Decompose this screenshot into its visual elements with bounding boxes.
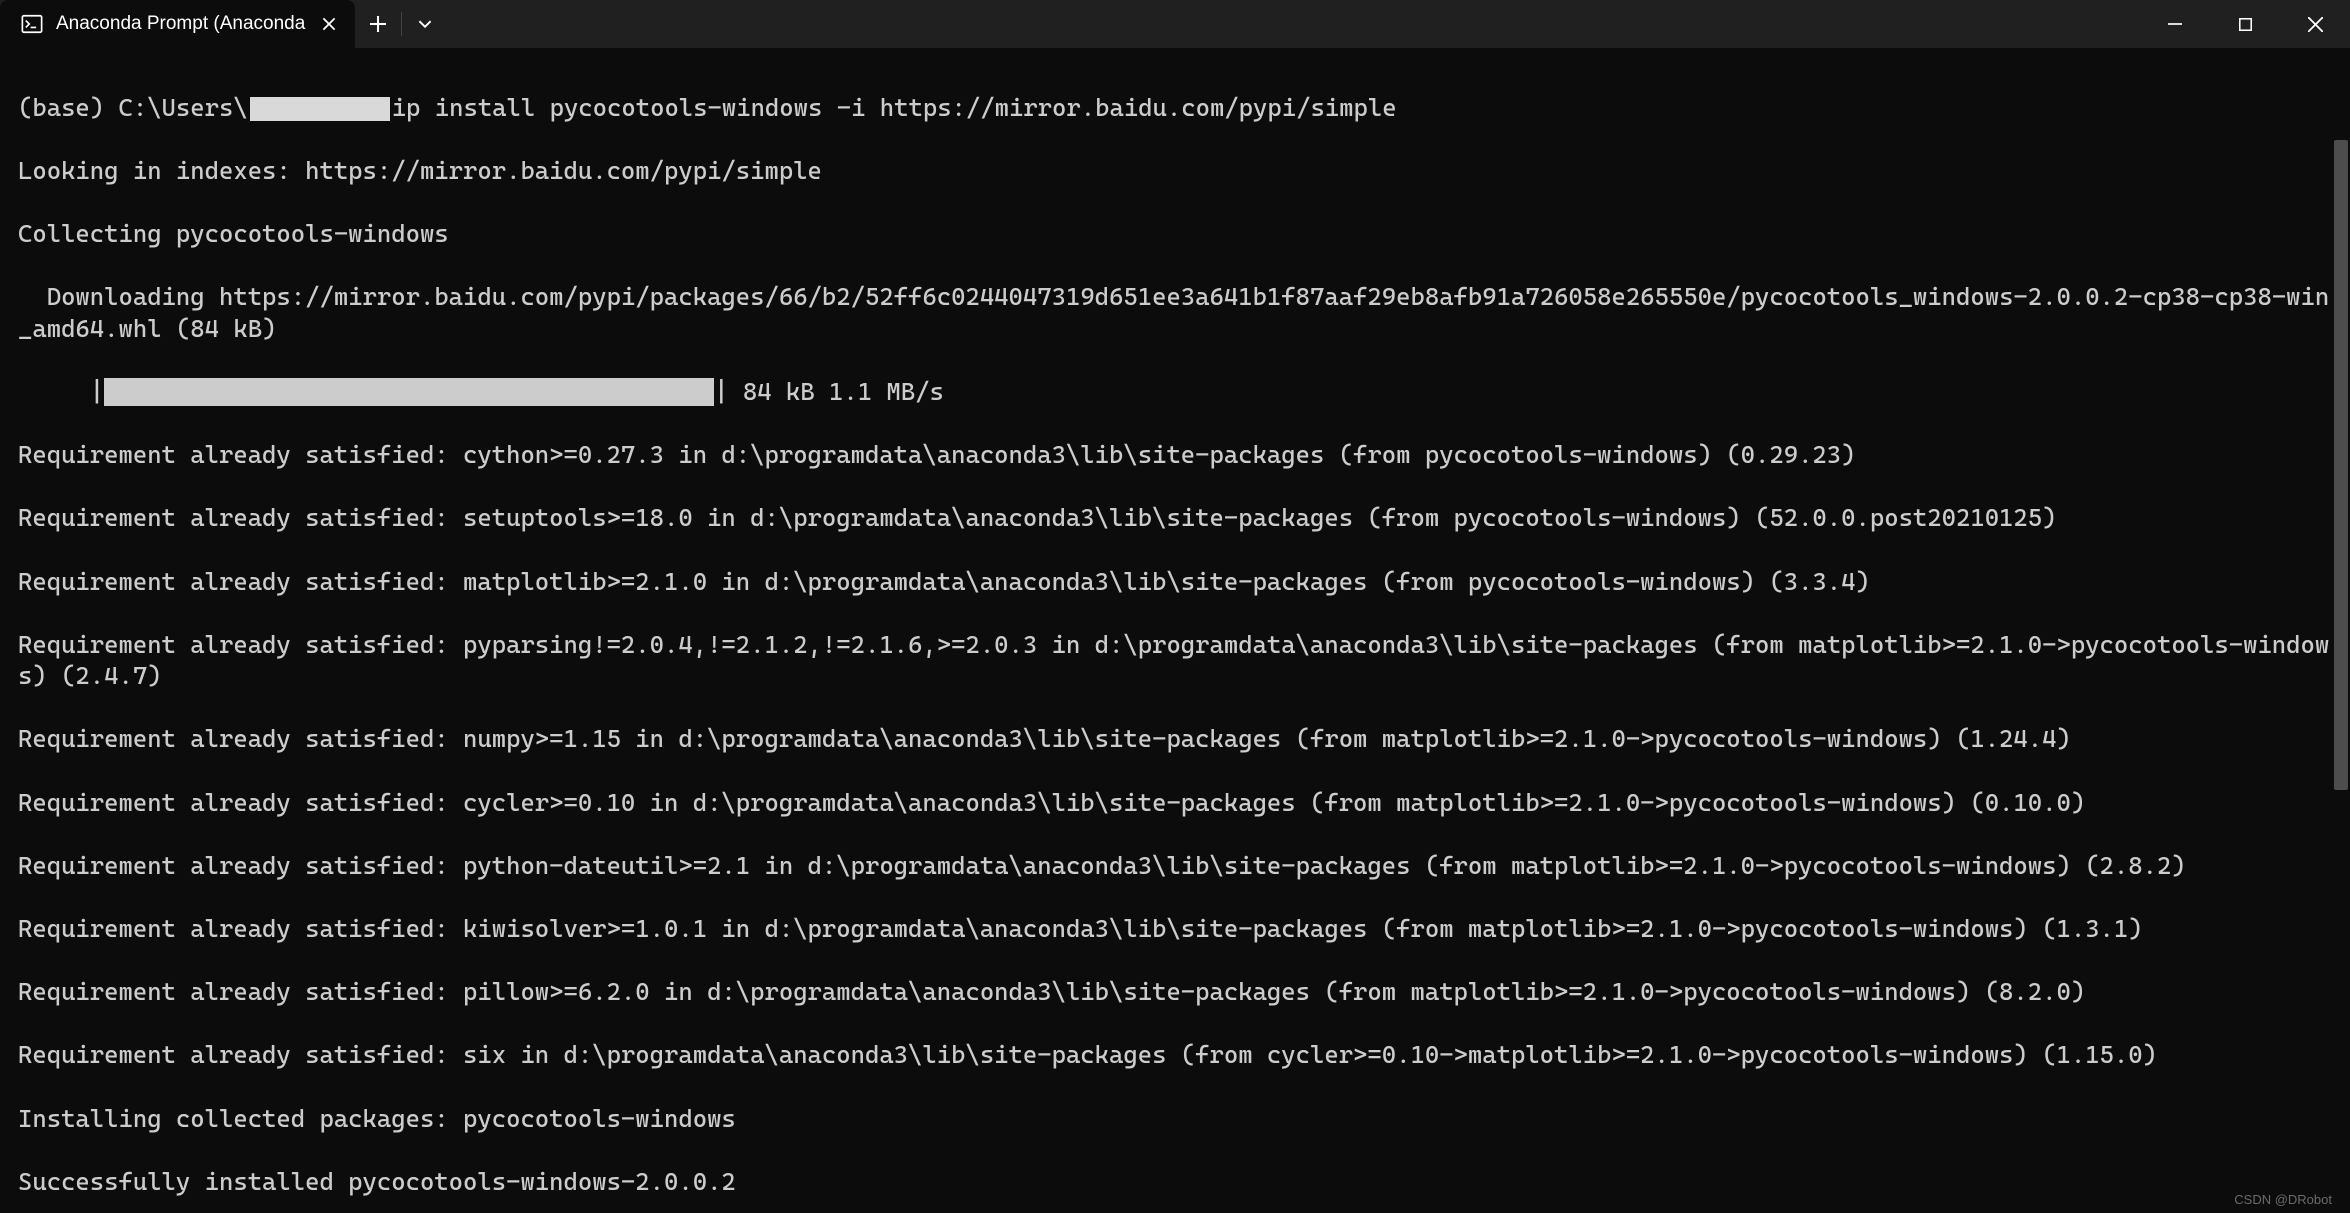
redacted-username	[250, 97, 390, 121]
output-line: Collecting pycocotools-windows	[18, 218, 2332, 250]
command-text: ip install pycocotools-windows -i https:…	[392, 93, 1397, 122]
minimize-button[interactable]	[2140, 0, 2210, 48]
tab-title: Anaconda Prompt (Anaconda	[56, 13, 305, 35]
output-line: Requirement already satisfied: kiwisolve…	[18, 913, 2332, 945]
tab-dropdown-button[interactable]	[402, 0, 448, 48]
output-line: Requirement already satisfied: pillow>=6…	[18, 976, 2332, 1008]
terminal-body[interactable]: (base) C:\Users\ ip install pycocotools-w…	[0, 48, 2350, 1213]
prompt-line: (base) C:\Users\ ip install pycocotools-w…	[18, 92, 2332, 124]
tab-active[interactable]: Anaconda Prompt (Anaconda	[0, 0, 355, 48]
output-line: Requirement already satisfied: setuptool…	[18, 502, 2332, 534]
output-line: Requirement already satisfied: cycler>=0…	[18, 787, 2332, 819]
new-tab-button[interactable]	[355, 0, 401, 48]
output-line: Looking in indexes: https://mirror.baidu…	[18, 155, 2332, 187]
progress-left: |	[18, 376, 104, 408]
watermark-text: CSDN @DRobot	[2234, 1192, 2332, 1209]
window-controls	[2140, 0, 2350, 48]
scrollbar-thumb[interactable]	[2334, 140, 2348, 790]
output-line: Requirement already satisfied: matplotli…	[18, 566, 2332, 598]
output-line: Requirement already satisfied: cython>=0…	[18, 439, 2332, 471]
tab-close-button[interactable]	[317, 12, 341, 36]
maximize-button[interactable]	[2210, 0, 2280, 48]
output-line: Requirement already satisfied: pyparsing…	[18, 629, 2332, 692]
terminal-window: Anaconda Prompt (Anaconda (base) C:\User…	[0, 0, 2350, 1213]
output-line: Requirement already satisfied: six in d:…	[18, 1039, 2332, 1071]
output-line: Successfully installed pycocotools-windo…	[18, 1166, 2332, 1198]
progress-line: | | 84 kB 1.1 MB/s	[18, 376, 2332, 408]
progress-right: | 84 kB 1.1 MB/s	[714, 376, 944, 408]
progress-bar	[104, 378, 714, 406]
terminal-icon	[20, 12, 44, 36]
output-line: Requirement already satisfied: numpy>=1.…	[18, 723, 2332, 755]
output-line: Requirement already satisfied: python-da…	[18, 850, 2332, 882]
output-line: Installing collected packages: pycocotoo…	[18, 1103, 2332, 1135]
close-button[interactable]	[2280, 0, 2350, 48]
output-line: Downloading https://mirror.baidu.com/pyp…	[18, 281, 2332, 344]
prompt-text: (base) C:\Users\	[18, 93, 248, 122]
titlebar: Anaconda Prompt (Anaconda	[0, 0, 2350, 48]
